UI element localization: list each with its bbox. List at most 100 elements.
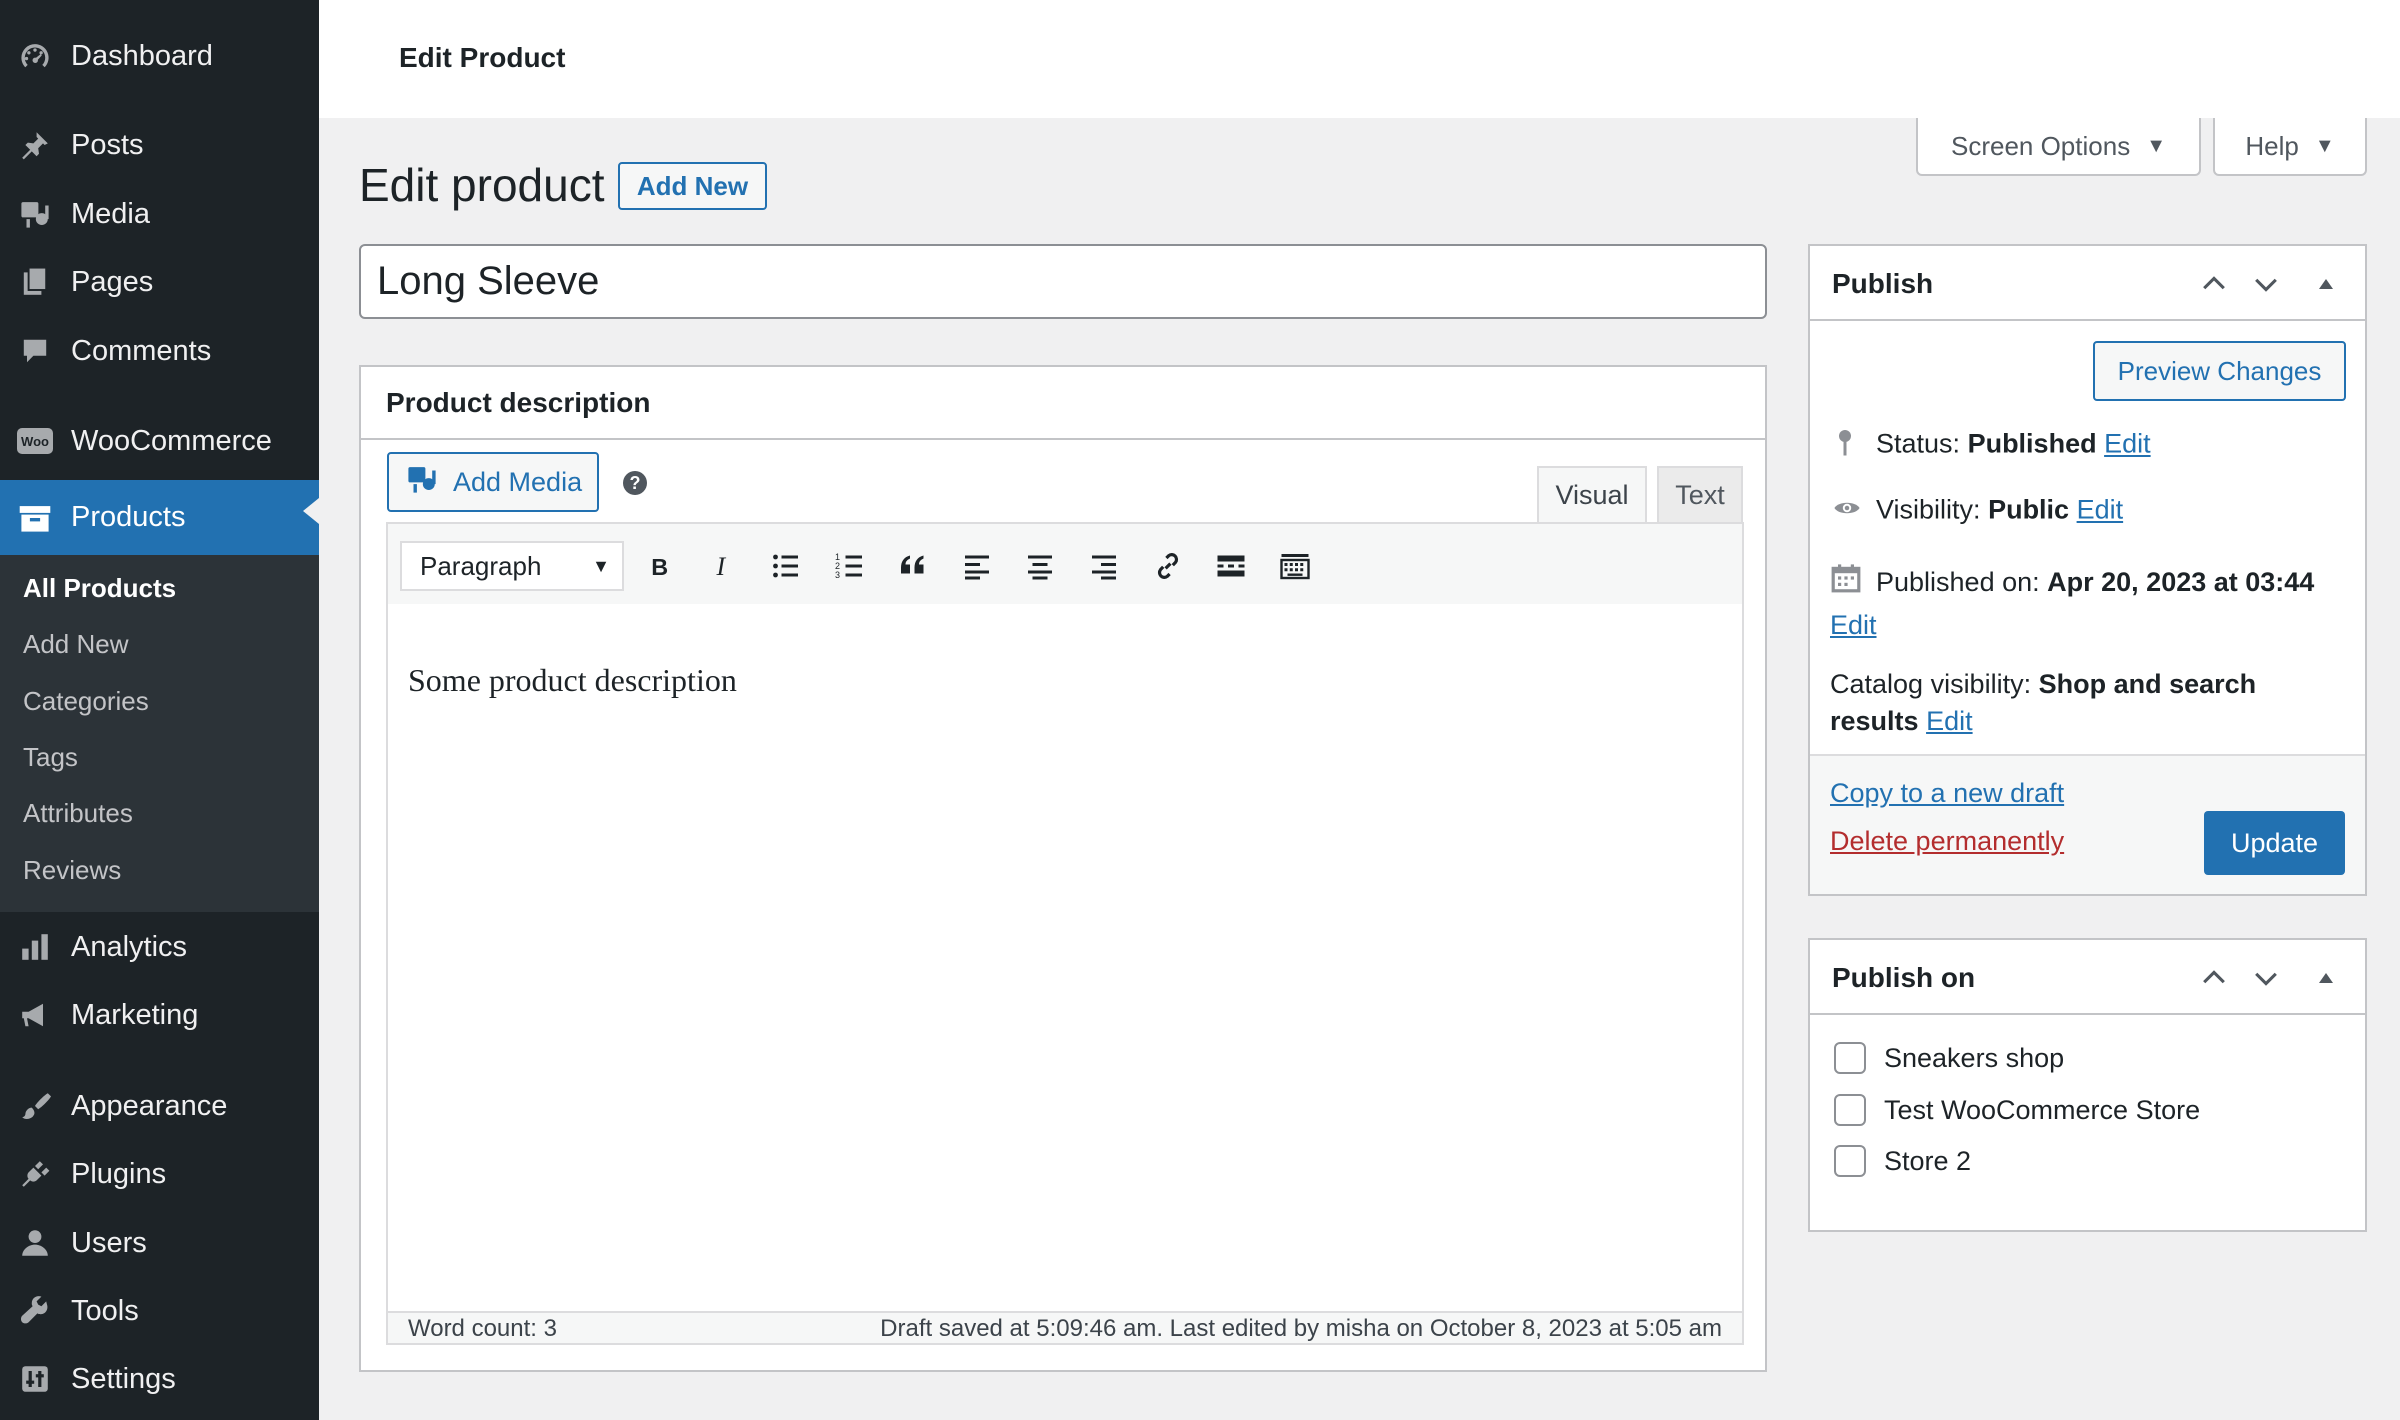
- store-option-test-woocommerce-store[interactable]: Test WooCommerce Store: [1834, 1094, 2200, 1126]
- editor-content-area[interactable]: Some product description: [386, 604, 1744, 1311]
- edit-visibility-link[interactable]: Edit: [2077, 495, 2124, 525]
- update-button[interactable]: Update: [2204, 811, 2345, 875]
- svg-text:I: I: [716, 552, 727, 581]
- submenu-reviews[interactable]: Reviews: [23, 855, 121, 886]
- submenu-all-products[interactable]: All Products: [23, 573, 176, 604]
- menu-item-comments[interactable]: Comments: [0, 321, 319, 381]
- menu-label: WooCommerce: [71, 424, 272, 457]
- postbox-header: Publish: [1810, 246, 2365, 321]
- toolbar-toggle-icon[interactable]: [1273, 544, 1317, 588]
- italic-icon[interactable]: I: [701, 544, 745, 588]
- add-new-button[interactable]: Add New: [618, 162, 767, 210]
- admin-sidebar: Dashboard Posts Media Pages Comments Woo…: [0, 0, 319, 1420]
- copy-to-draft-link[interactable]: Copy to a new draft: [1830, 778, 2064, 809]
- tab-text[interactable]: Text: [1657, 466, 1743, 524]
- menu-item-appearance[interactable]: Appearance: [0, 1076, 319, 1136]
- paintbrush-icon: [16, 1087, 54, 1125]
- product-description-box: Product description Add Media ? Visual T…: [359, 365, 1767, 1372]
- menu-item-woocommerce[interactable]: Woo WooCommerce: [0, 411, 319, 471]
- chevron-up-icon[interactable]: [2196, 960, 2232, 996]
- chevron-down-icon[interactable]: [2248, 960, 2284, 996]
- preview-changes-button[interactable]: Preview Changes: [2093, 341, 2346, 401]
- publish-box: Publish Preview Changes Status: Publishe…: [1808, 244, 2367, 896]
- collapse-triangle-icon[interactable]: [2308, 266, 2344, 302]
- edit-status-link[interactable]: Edit: [2104, 429, 2151, 459]
- submenu-attributes[interactable]: Attributes: [23, 798, 133, 829]
- menu-item-plugins[interactable]: Plugins: [0, 1144, 319, 1204]
- menu-item-pages[interactable]: Pages: [0, 252, 319, 312]
- archive-box-icon: [16, 499, 54, 537]
- submenu-add-new[interactable]: Add New: [23, 629, 129, 660]
- postbox-title: Publish on: [1832, 962, 1976, 993]
- wrench-icon: [16, 1292, 54, 1330]
- tab-visual[interactable]: Visual: [1537, 466, 1647, 524]
- bold-icon[interactable]: B: [637, 544, 681, 588]
- menu-label: Media: [71, 197, 150, 230]
- checkbox[interactable]: [1834, 1145, 1866, 1177]
- add-media-label: Add Media: [453, 466, 583, 497]
- menu-label: Products: [71, 501, 186, 533]
- format-select[interactable]: Paragraph ▼: [400, 541, 624, 591]
- align-left-icon[interactable]: [955, 544, 999, 588]
- store-label: Store 2: [1884, 1145, 1972, 1176]
- pin-icon: [1830, 426, 1864, 465]
- menu-label: Marketing: [71, 998, 199, 1031]
- eye-icon: [1830, 494, 1864, 529]
- published-on-row: Published on: Apr 20, 2023 at 03:44 Edit: [1830, 562, 2350, 645]
- svg-text:3: 3: [835, 570, 840, 580]
- screen-options-button[interactable]: Screen Options ▼: [1916, 118, 2201, 176]
- bullet-list-icon[interactable]: [764, 544, 808, 588]
- help-label: Help: [2245, 130, 2299, 161]
- menu-item-tools[interactable]: Tools: [0, 1281, 319, 1341]
- read-more-icon[interactable]: [1209, 544, 1253, 588]
- chevron-up-icon[interactable]: [2196, 266, 2232, 302]
- postbox-title: Publish: [1832, 268, 1934, 299]
- checkbox[interactable]: [1834, 1042, 1866, 1074]
- menu-label: Tools: [71, 1294, 139, 1327]
- menu-label: Comments: [71, 334, 212, 367]
- caret-down-icon: ▼: [2146, 134, 2166, 157]
- submenu-tags[interactable]: Tags: [23, 742, 78, 773]
- store-label: Sneakers shop: [1884, 1042, 2065, 1073]
- editor-status-bar: Word count: 3 Draft saved at 5:09:46 am.…: [386, 1311, 1744, 1345]
- align-center-icon[interactable]: [1018, 544, 1062, 588]
- media-icon: [405, 462, 439, 503]
- menu-item-marketing[interactable]: Marketing: [0, 985, 319, 1045]
- store-option-sneakers-shop[interactable]: Sneakers shop: [1834, 1042, 2064, 1074]
- collapse-triangle-icon[interactable]: [2308, 960, 2344, 996]
- menu-item-posts[interactable]: Posts: [0, 115, 319, 175]
- menu-item-users[interactable]: Users: [0, 1213, 319, 1273]
- align-right-icon[interactable]: [1082, 544, 1126, 588]
- numbered-list-icon[interactable]: 123: [828, 544, 872, 588]
- caret-down-icon: ▼: [592, 555, 610, 576]
- word-count: Word count: 3: [408, 1315, 557, 1342]
- store-option-store-2[interactable]: Store 2: [1834, 1145, 1971, 1177]
- blockquote-icon[interactable]: [891, 544, 935, 588]
- checkbox[interactable]: [1834, 1094, 1866, 1126]
- menu-item-settings[interactable]: Settings: [0, 1349, 319, 1409]
- menu-item-analytics[interactable]: Analytics: [0, 917, 319, 977]
- help-icon[interactable]: ?: [623, 471, 647, 495]
- menu-label: Users: [71, 1226, 147, 1259]
- published-on-value: Apr 20, 2023 at 03:44: [2047, 567, 2315, 597]
- product-title-input[interactable]: [359, 244, 1767, 319]
- editor-paragraph[interactable]: Some product description: [408, 662, 737, 699]
- publishing-actions: Copy to a new draft Delete permanently U…: [1810, 754, 2365, 894]
- menu-label: Appearance: [71, 1089, 228, 1122]
- comment-icon: [16, 332, 54, 370]
- delete-permanently-link[interactable]: Delete permanently: [1830, 826, 2064, 857]
- edit-date-link[interactable]: Edit: [1830, 610, 1877, 640]
- menu-item-dashboard[interactable]: Dashboard: [0, 26, 319, 86]
- menu-item-products[interactable]: Products: [0, 480, 319, 555]
- edit-catalog-visibility-link[interactable]: Edit: [1926, 706, 1973, 736]
- help-button[interactable]: Help ▼: [2213, 118, 2367, 176]
- menu-item-media[interactable]: Media: [0, 184, 319, 244]
- chevron-down-icon[interactable]: [2248, 266, 2284, 302]
- publish-on-box: Publish on Sneakers shop Test WooCommerc…: [1808, 938, 2367, 1232]
- postbox-title: Product description: [386, 387, 651, 418]
- megaphone-icon: [16, 996, 54, 1034]
- link-icon[interactable]: [1146, 544, 1190, 588]
- submenu-categories[interactable]: Categories: [23, 686, 149, 717]
- add-media-button[interactable]: Add Media: [387, 452, 599, 512]
- user-icon: [16, 1224, 54, 1262]
